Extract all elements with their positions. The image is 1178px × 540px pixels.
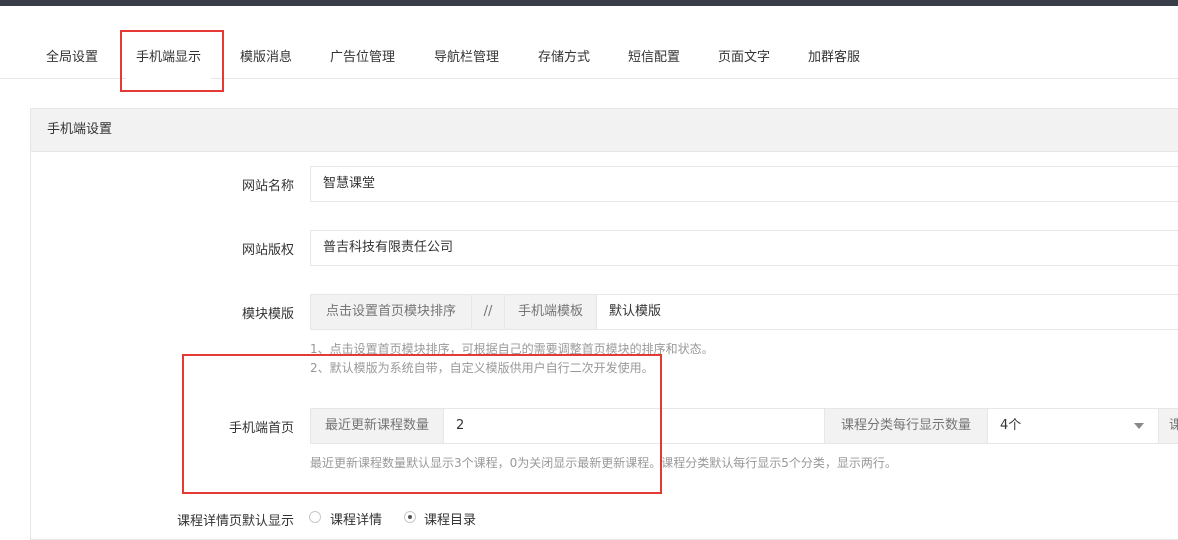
radio-course-catalog[interactable] — [404, 511, 416, 523]
tab-navbar-management[interactable]: 导航栏管理 — [434, 38, 499, 78]
site-copyright-label: 网站版权 — [241, 243, 294, 258]
tab-global-settings[interactable]: 全局设置 — [46, 38, 98, 78]
site-name-input[interactable]: 智慧课堂 — [310, 166, 1178, 202]
tab-sms-config[interactable]: 短信配置 — [628, 38, 680, 78]
recent-courses-input[interactable]: 2 — [443, 408, 825, 444]
tab-page-text[interactable]: 页面文字 — [718, 38, 770, 78]
radio-course-catalog-label[interactable]: 课程目录 — [424, 509, 476, 528]
mobile-template-addon: 手机端模板 — [504, 294, 597, 330]
settings-tabs: 全局设置 手机端显示 模版消息 广告位管理 导航栏管理 存储方式 短信配置 页面… — [0, 38, 1178, 79]
tab-mobile-display[interactable]: 手机端显示 — [125, 38, 212, 79]
module-separator: // — [471, 294, 505, 330]
site-name-label: 网站名称 — [241, 179, 294, 194]
site-copyright-input[interactable]: 普吉科技有限责任公司 — [310, 230, 1178, 266]
tab-storage[interactable]: 存储方式 — [538, 38, 590, 78]
recent-courses-addon: 最近更新课程数量 — [310, 408, 444, 444]
module-hint-1: 1、点击设置首页模块排序，可根据自己的需要调整首页模块的排序和状态。 — [310, 342, 714, 356]
course-detail-label: 课程详情页默认显示 — [176, 514, 294, 529]
mobile-home-label: 手机端首页 — [228, 421, 294, 436]
module-hint-2: 2、默认模版为系统自带，自定义模版供用户自行二次开发使用。 — [310, 361, 654, 375]
module-template-label: 模块模版 — [241, 307, 294, 322]
category-per-row-addon: 课程分类每行显示数量 — [824, 408, 988, 444]
radio-course-detail[interactable] — [309, 511, 321, 523]
chevron-down-icon[interactable] — [1134, 423, 1144, 429]
next-addon: 课 — [1158, 408, 1178, 444]
tab-template-messages[interactable]: 模版消息 — [240, 38, 292, 78]
tab-ad-management[interactable]: 广告位管理 — [330, 38, 395, 78]
tab-group-service[interactable]: 加群客服 — [808, 38, 860, 78]
top-bar — [0, 0, 1178, 6]
radio-course-detail-label[interactable]: 课程详情 — [330, 509, 382, 528]
panel-title: 手机端设置 — [47, 122, 113, 137]
module-sort-button[interactable]: 点击设置首页模块排序 — [310, 294, 472, 330]
panel-header: 手机端设置 — [31, 109, 1178, 152]
mobile-template-input[interactable]: 默认模版 — [596, 294, 1178, 330]
mobile-home-hint: 最近更新课程数量默认显示3个课程，0为关闭显示最新更新课程。课程分类默认每行显示… — [310, 456, 897, 470]
